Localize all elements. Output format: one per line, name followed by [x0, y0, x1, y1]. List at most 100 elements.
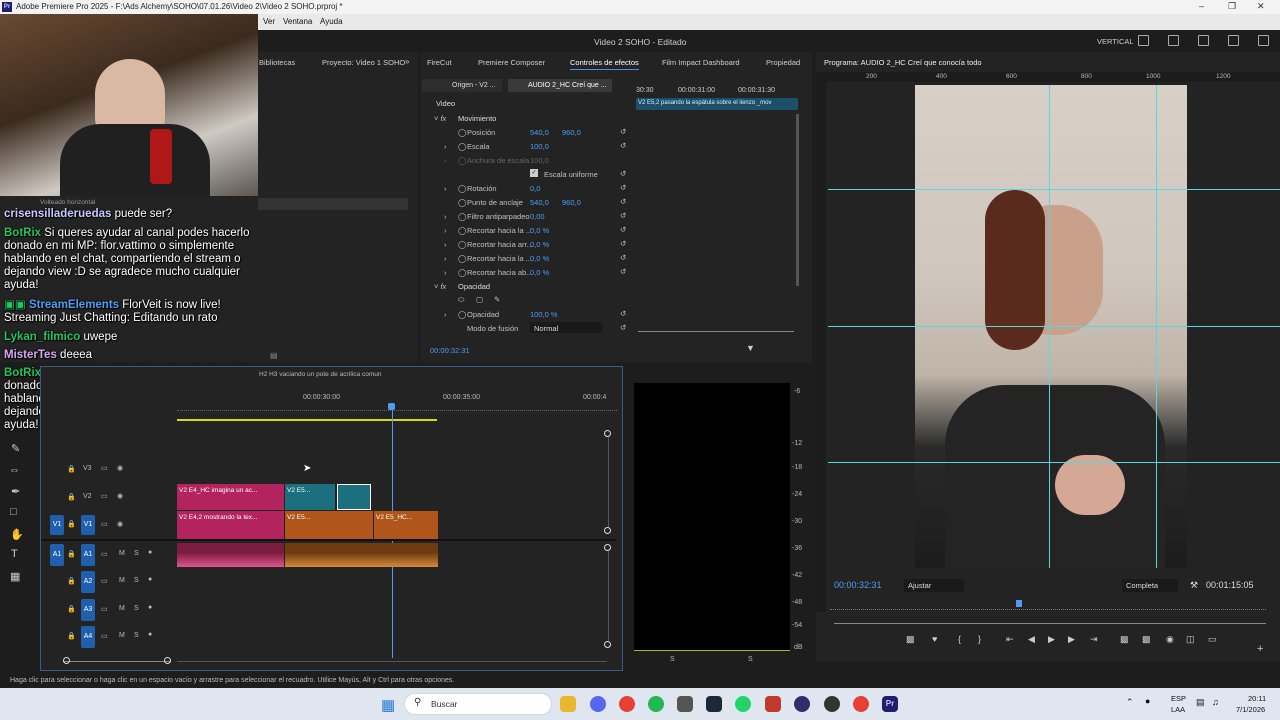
effects-timecode[interactable]: 00:00:32:31 — [430, 346, 470, 355]
program-ruler[interactable] — [830, 604, 1266, 610]
overflow-icon[interactable]: » — [405, 57, 409, 66]
obs-icon[interactable] — [794, 696, 810, 712]
menu-ayuda[interactable]: Ayuda — [320, 17, 343, 26]
close-icon[interactable]: ✕ — [1257, 1, 1265, 12]
h-scroll-bar[interactable] — [63, 661, 171, 662]
steam-icon[interactable] — [706, 696, 722, 712]
fx-row-anclaje[interactable]: ◯ Punto de anclaje 540,0 960,0 ↺ — [420, 196, 800, 210]
source-v1[interactable]: V1 — [50, 515, 64, 535]
wrench-icon[interactable]: ⚒ — [1190, 580, 1198, 591]
workspace-label[interactable]: VERTICAL — [1097, 37, 1134, 46]
program-timecode[interactable]: 00:00:32:31 — [834, 580, 882, 590]
discord-icon[interactable] — [590, 696, 606, 712]
solo-right[interactable]: S — [748, 656, 753, 663]
menu-ventana[interactable]: Ventana — [283, 17, 312, 26]
menu-icon[interactable] — [1198, 35, 1209, 46]
whatsapp-icon[interactable] — [735, 696, 751, 712]
pen-tool-icon[interactable]: ✒ — [11, 485, 20, 498]
track-v1[interactable]: V1 — [81, 515, 95, 535]
go-out-icon[interactable]: ⇥ — [1090, 634, 1098, 645]
track-v3[interactable]: V3 — [83, 465, 92, 472]
panel-icon[interactable] — [1138, 35, 1149, 46]
track-v2[interactable]: V2 — [83, 493, 92, 500]
chrome-icon[interactable] — [619, 696, 635, 712]
voice-icon[interactable] — [765, 696, 781, 712]
taskbar-search[interactable]: ⚲ Buscar — [404, 693, 552, 715]
fx-row-opacidad[interactable]: › ◯ Opacidad 100,0 % ↺ — [420, 308, 800, 322]
camera-icon[interactable]: ◉ — [1166, 634, 1174, 645]
fx-row-escala[interactable]: › ◯ Escala 100,0 ↺ — [420, 140, 800, 154]
filter-icon[interactable]: ▼ — [746, 343, 755, 353]
app-icon[interactable] — [677, 696, 693, 712]
mark-in-icon[interactable]: ▩ — [906, 634, 915, 645]
tab-premiere-composer[interactable]: Premiere Composer — [478, 58, 545, 67]
effects-zoom-bar[interactable] — [638, 331, 794, 332]
folder-icon[interactable]: ▤ — [270, 351, 278, 360]
h-scroll-knob[interactable] — [63, 657, 70, 664]
tab-firecut[interactable]: FireCut — [427, 58, 452, 67]
clock-time[interactable]: 20:11 — [1248, 694, 1266, 703]
play-icon[interactable]: ▶ — [1048, 634, 1055, 645]
chrome-alt-icon[interactable] — [853, 696, 869, 712]
audio-clip-a1a[interactable] — [177, 543, 284, 567]
clip-v1c[interactable]: V2 E5_HC... — [374, 511, 438, 539]
fx-row-blend[interactable]: Modo de fusión Normal ↺ — [420, 322, 800, 336]
lang-2[interactable]: LAA — [1171, 705, 1185, 714]
source-tab[interactable]: Origen - V2 ... — [422, 79, 502, 92]
step-back-icon[interactable]: ◀ — [1028, 634, 1035, 645]
fx-row-recortar-arr[interactable]: › ◯ Recortar hacia arr... 0,0 % ↺ — [420, 238, 800, 252]
clip-v1b[interactable]: V2 E5... — [285, 511, 373, 539]
fx-row-recortar-der[interactable]: › ◯ Recortar hacia la ... 0,0 % ↺ — [420, 252, 800, 266]
fx-row-recortar-ab[interactable]: › ◯ Recortar hacia ab... 0,0 % ↺ — [420, 266, 800, 280]
mask-tools[interactable]: ⬭ ▢ ✎ — [420, 294, 800, 308]
fullscreen-icon[interactable] — [1228, 35, 1239, 46]
v-scroll-knob[interactable] — [604, 544, 611, 551]
tab-film-impact[interactable]: Film Impact Dashboard — [662, 58, 740, 67]
marker-icon[interactable]: ♥ — [932, 634, 937, 644]
quality-select[interactable]: Completa — [1122, 579, 1178, 592]
v-scroll-knob[interactable] — [604, 527, 611, 534]
fx-row-movimiento[interactable]: ˅ fx Movimiento — [420, 112, 800, 126]
hand-tool-icon[interactable]: ✋ — [10, 528, 24, 541]
minimize-icon[interactable]: – — [1199, 1, 1204, 11]
type-tool-icon[interactable]: T — [11, 548, 18, 560]
insert-icon[interactable]: ▩ — [1120, 634, 1129, 645]
windows-start-icon[interactable]: ▦ — [381, 696, 395, 714]
v-scroll-knob[interactable] — [604, 430, 611, 437]
timeline-playhead[interactable] — [388, 403, 395, 410]
program-playhead[interactable] — [1016, 600, 1022, 607]
menu-ver[interactable]: Ver — [263, 17, 275, 26]
go-in-icon[interactable]: ⇤ — [1006, 634, 1014, 645]
tab-proyecto[interactable]: Proyecto: Video 1 SOHO — [322, 58, 405, 67]
track-a2[interactable]: A2 — [81, 571, 95, 593]
tab-bibliotecas[interactable]: Bibliotecas — [259, 58, 295, 67]
maximize-icon[interactable]: ❐ — [1228, 1, 1236, 12]
track-a3[interactable]: A3 — [81, 599, 95, 621]
fx-row-posicion[interactable]: ◯ Posición 540,0 960,0 ↺ — [420, 126, 800, 140]
lang-1[interactable]: ESP — [1171, 694, 1186, 703]
premiere-taskbar-icon[interactable]: Pr — [882, 696, 898, 712]
share-icon[interactable] — [1168, 35, 1179, 46]
add-button-icon[interactable]: + — [1257, 643, 1263, 655]
fx-row-rotacion[interactable]: › ◯ Rotación 0,0 ↺ — [420, 182, 800, 196]
in-icon[interactable]: { — [958, 634, 961, 644]
step-forward-icon[interactable]: ▶ — [1068, 634, 1075, 645]
clock-date[interactable]: 7/1/2026 — [1236, 705, 1265, 714]
track-a4[interactable]: A4 — [81, 626, 95, 648]
tab-effect-controls[interactable]: Controles de efectos — [570, 58, 639, 70]
fx-row-recortar-izq[interactable]: › ◯ Recortar hacia la ... 0,0 % ↺ — [420, 224, 800, 238]
slip-tool-icon[interactable]: ⇔ — [9, 464, 20, 476]
network-icon[interactable]: ▤ — [1196, 697, 1205, 708]
fx-row-escala-uniforme[interactable]: ✓ Escala uniforme ↺ — [420, 168, 800, 182]
track-a1[interactable]: A1 — [81, 544, 95, 566]
clip-v2a[interactable]: V2 E4_HC imagina un ac... — [177, 484, 284, 510]
v-scroll-knob[interactable] — [604, 641, 611, 648]
razor-tool-icon[interactable]: ✎ — [11, 442, 20, 455]
volume-icon[interactable]: ♫ — [1212, 697, 1219, 707]
fx-row-opacidad-group[interactable]: ˅ fx Opacidad — [420, 280, 800, 294]
fit-select[interactable]: Ajustar — [904, 579, 964, 592]
tray-chevron-icon[interactable]: ⌃ — [1126, 697, 1134, 708]
program-title[interactable]: Programa: AUDIO 2_HC Creí que conocía to… — [824, 58, 982, 69]
source-a1[interactable]: A1 — [50, 544, 64, 566]
audio-clip-a1b[interactable] — [285, 543, 438, 567]
